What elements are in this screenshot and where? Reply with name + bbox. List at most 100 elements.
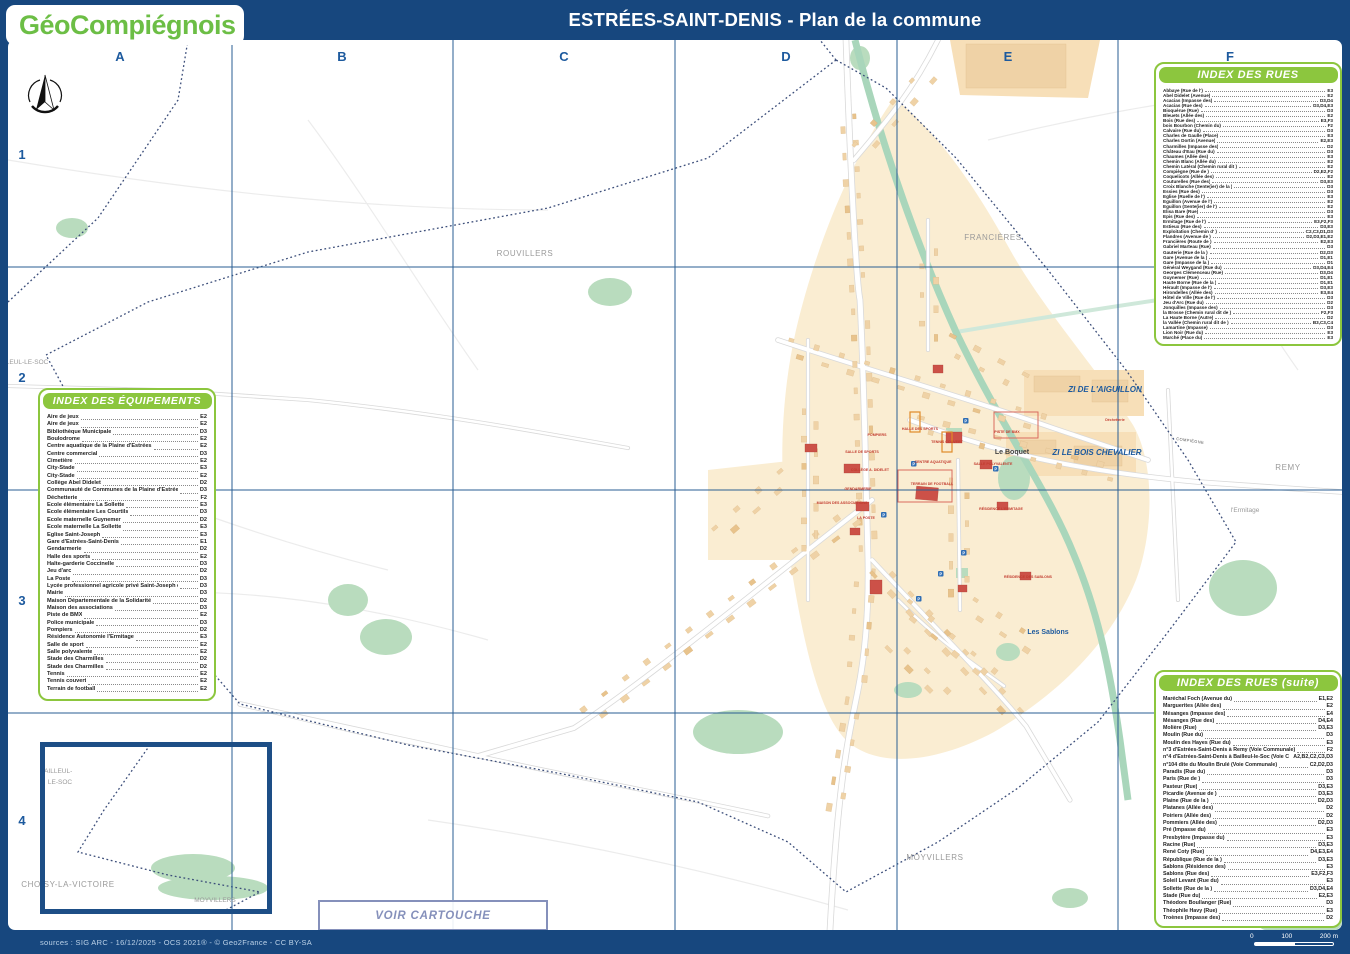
svg-text:P: P — [964, 418, 967, 423]
grid-column-label: C — [559, 49, 569, 64]
index-entry: Sablons (Résidence des)E3 — [1163, 864, 1333, 871]
index-entry: République (Rue de la )D3,E3 — [1163, 857, 1333, 864]
map-label: PISTE DE BMX — [994, 430, 1020, 434]
index-entry: Lycée professionnel agricole privé Saint… — [47, 583, 207, 590]
index-entry: Moulin (Rue du)D3 — [1163, 732, 1333, 739]
index-entry: n°4 d'Estrées-Saint-Denis à Bailleul-le-… — [1163, 754, 1333, 761]
index-entry: Marché (Place du)E3 — [1163, 335, 1333, 340]
page-title: ESTRÉES-SAINT-DENIS - Plan de la commune — [260, 0, 1290, 40]
map-label: POMPIERS — [868, 433, 888, 437]
map-label: CENTRE AQUATIQUE — [915, 460, 953, 464]
map-label: ROUVILLERS — [497, 249, 554, 258]
urban-area-layer — [708, 40, 1150, 759]
grid-row-label: 3 — [18, 593, 25, 608]
index-entry: Pommiers (Allée des)D2,D3 — [1163, 820, 1333, 827]
index-entry: City-StadeE2 — [47, 473, 207, 480]
map-label: l'Ermitage — [1231, 507, 1260, 514]
grid-row-label: 1 — [18, 147, 25, 162]
map-label: TERRAIN DE FOOTBALL — [911, 482, 954, 486]
map-label: Le Boquet — [995, 449, 1030, 456]
index-entry: GendarmerieD2 — [47, 546, 207, 553]
logo: GéoCompiégnois — [6, 5, 244, 45]
index-entry: Sablons (Rue des)E3,F2,F3 — [1163, 871, 1333, 878]
logo-text: GéoCompiégnois — [19, 10, 236, 41]
map-label: LA POSTE — [857, 516, 875, 520]
index-des-rues-suite-list: Maréchal Foch (Avenue du)E1,E2Marguerite… — [1156, 693, 1340, 924]
index-entry: Presbytère (Impasse du)E3 — [1163, 835, 1333, 842]
index-entry: Maison des associationsD3 — [47, 605, 207, 612]
index-entry: n°3 d'Estrées-Saint-Denis à Remy (Voie C… — [1163, 747, 1333, 754]
map-label: TENNIS COUVERT — [931, 440, 964, 444]
map-label: SALLE POLYVALENTE — [974, 462, 1013, 466]
map-label: RÉSIDENCE L'ERMITAGE — [979, 506, 1023, 511]
map-label: FRANCIÈRES — [964, 233, 1022, 242]
map-label: HALLE DES SPORTS — [902, 427, 939, 431]
index-entry: René Coty (Rue)D4,E3,E4 — [1163, 849, 1333, 856]
index-entry: Centre commercialD3 — [47, 451, 207, 458]
index-entry: Communauté de Communes de la Plaine d'Es… — [47, 487, 207, 494]
map-label: MAISON DES ASSOCIATIONS — [817, 501, 868, 505]
index-entry: Sollette (Rue de la )D3,D4,E4 — [1163, 886, 1333, 893]
index-entry: Collège Abel DideletD2 — [47, 480, 207, 487]
index-entry: Moulin des Hayes (Rue du)E3 — [1163, 740, 1333, 747]
svg-text:P: P — [962, 550, 965, 555]
index-entry: Paradis (Rue du)D3 — [1163, 769, 1333, 776]
map-label: RÉSIDENCE DES SABLONS — [1004, 574, 1053, 579]
map-canvas: ABCDEF1234 PPPPPPP ROUVILLERSFRANCIÈRESB… — [8, 40, 1342, 930]
index-des-equipements-panel: INDEX DES ÉQUIPEMENTS Aire de jeuxE2Aire… — [38, 388, 216, 701]
index-entry: Paris (Rue de )D3 — [1163, 776, 1333, 783]
index-entry: Stade des CharmillesD2 — [47, 656, 207, 663]
voir-cartouche-box: VOIR CARTOUCHE — [318, 900, 548, 930]
scale-bar: 0 100 200 m — [1250, 933, 1338, 946]
map-label: Déchetterie — [1105, 418, 1125, 422]
map-label: COLLÈGE A. DIDELET — [851, 467, 890, 472]
index-entry: Eglise Saint-JosephE3 — [47, 532, 207, 539]
index-entry: Bibliothèque MunicipaleD3 — [47, 429, 207, 436]
map-label: ZI DE L'AIGUILLON — [1067, 385, 1142, 394]
index-entry: Platanes (Allée des)D2 — [1163, 805, 1333, 812]
index-entry: City-StadeE3 — [47, 465, 207, 472]
index-entry: Ecole maternelle GuynemerD2 — [47, 517, 207, 524]
index-entry: Poiriers (Allée des)D2 — [1163, 813, 1333, 820]
index-entry: Marguerites (Allée des)E2 — [1163, 703, 1333, 710]
index-entry: Ecole élémentaire Les CourtilsD3 — [47, 509, 207, 516]
svg-text:P: P — [994, 466, 997, 471]
index-entry: Plaine (Rue de la )D2,D3 — [1163, 798, 1333, 805]
index-des-rues-list: Abbaye (Rue de l')E3Abel Didelet (Avenue… — [1156, 85, 1340, 342]
scale-0: 0 — [1250, 933, 1254, 940]
index-entry: Ecole maternelle La SolletteE3 — [47, 524, 207, 531]
index-entry: Racine (Rue)D3,E3 — [1163, 842, 1333, 849]
index-entry: Aire de jeuxE2 — [47, 421, 207, 428]
index-entry: TennisE2 — [47, 671, 207, 678]
map-label: SALLE DE SPORTS — [845, 450, 879, 454]
cartouche-zone-rect — [40, 742, 272, 914]
sources-text: sources : SIG ARC - 16/12/2025 - OCS 202… — [40, 938, 312, 947]
index-entry: Soleil Levant (Rue du)E3 — [1163, 878, 1333, 885]
index-entry: Mésanges (Impasse des)E4 — [1163, 711, 1333, 718]
grid-column-label: E — [1004, 49, 1013, 64]
index-entry: Résidence Autonomie l'ErmitageE3 — [47, 634, 207, 641]
north-arrow-icon — [29, 75, 62, 112]
scale-line — [1254, 942, 1334, 946]
index-entry: Maison Départementale de la SolidaritéD2 — [47, 598, 207, 605]
index-entry: n°104 dite du Moulin Brulé (Voie Communa… — [1163, 762, 1333, 769]
index-entry: PompiersD2 — [47, 627, 207, 634]
grid-row-label: 4 — [18, 813, 26, 828]
grid-row-label: 2 — [18, 370, 25, 385]
index-des-rues-panel: INDEX DES RUES Abbaye (Rue de l')E3Abel … — [1154, 62, 1342, 346]
index-entry: Troènes (Impasse des)D2 — [1163, 915, 1333, 922]
index-entry: Molière (Rue)D3,E3 — [1163, 725, 1333, 732]
grid-column-label: B — [337, 49, 346, 64]
map-label: ZI LE BOIS CHEVALIER — [1051, 448, 1141, 457]
footer-bar: sources : SIG ARC - 16/12/2025 - OCS 202… — [0, 930, 1350, 954]
index-entry: Stade (Rue du)E2,E3 — [1163, 893, 1333, 900]
index-entry: Halte-garderie CoccinelleD3 — [47, 561, 207, 568]
index-des-rues-suite-header: INDEX DES RUES (suite) — [1159, 675, 1338, 691]
index-entry: Terrain de footballE2 — [47, 686, 207, 693]
index-entry: BoulodromeE2 — [47, 436, 207, 443]
map-label: Les Sablons — [1027, 629, 1068, 636]
index-entry: Pasteur (Rue)D3,E3 — [1163, 784, 1333, 791]
header-bar: GéoCompiégnois ESTRÉES-SAINT-DENIS - Pla… — [0, 0, 1350, 40]
index-entry: DéchetterieF2 — [47, 495, 207, 502]
index-entry: Pré (Impasse du)E3 — [1163, 827, 1333, 834]
